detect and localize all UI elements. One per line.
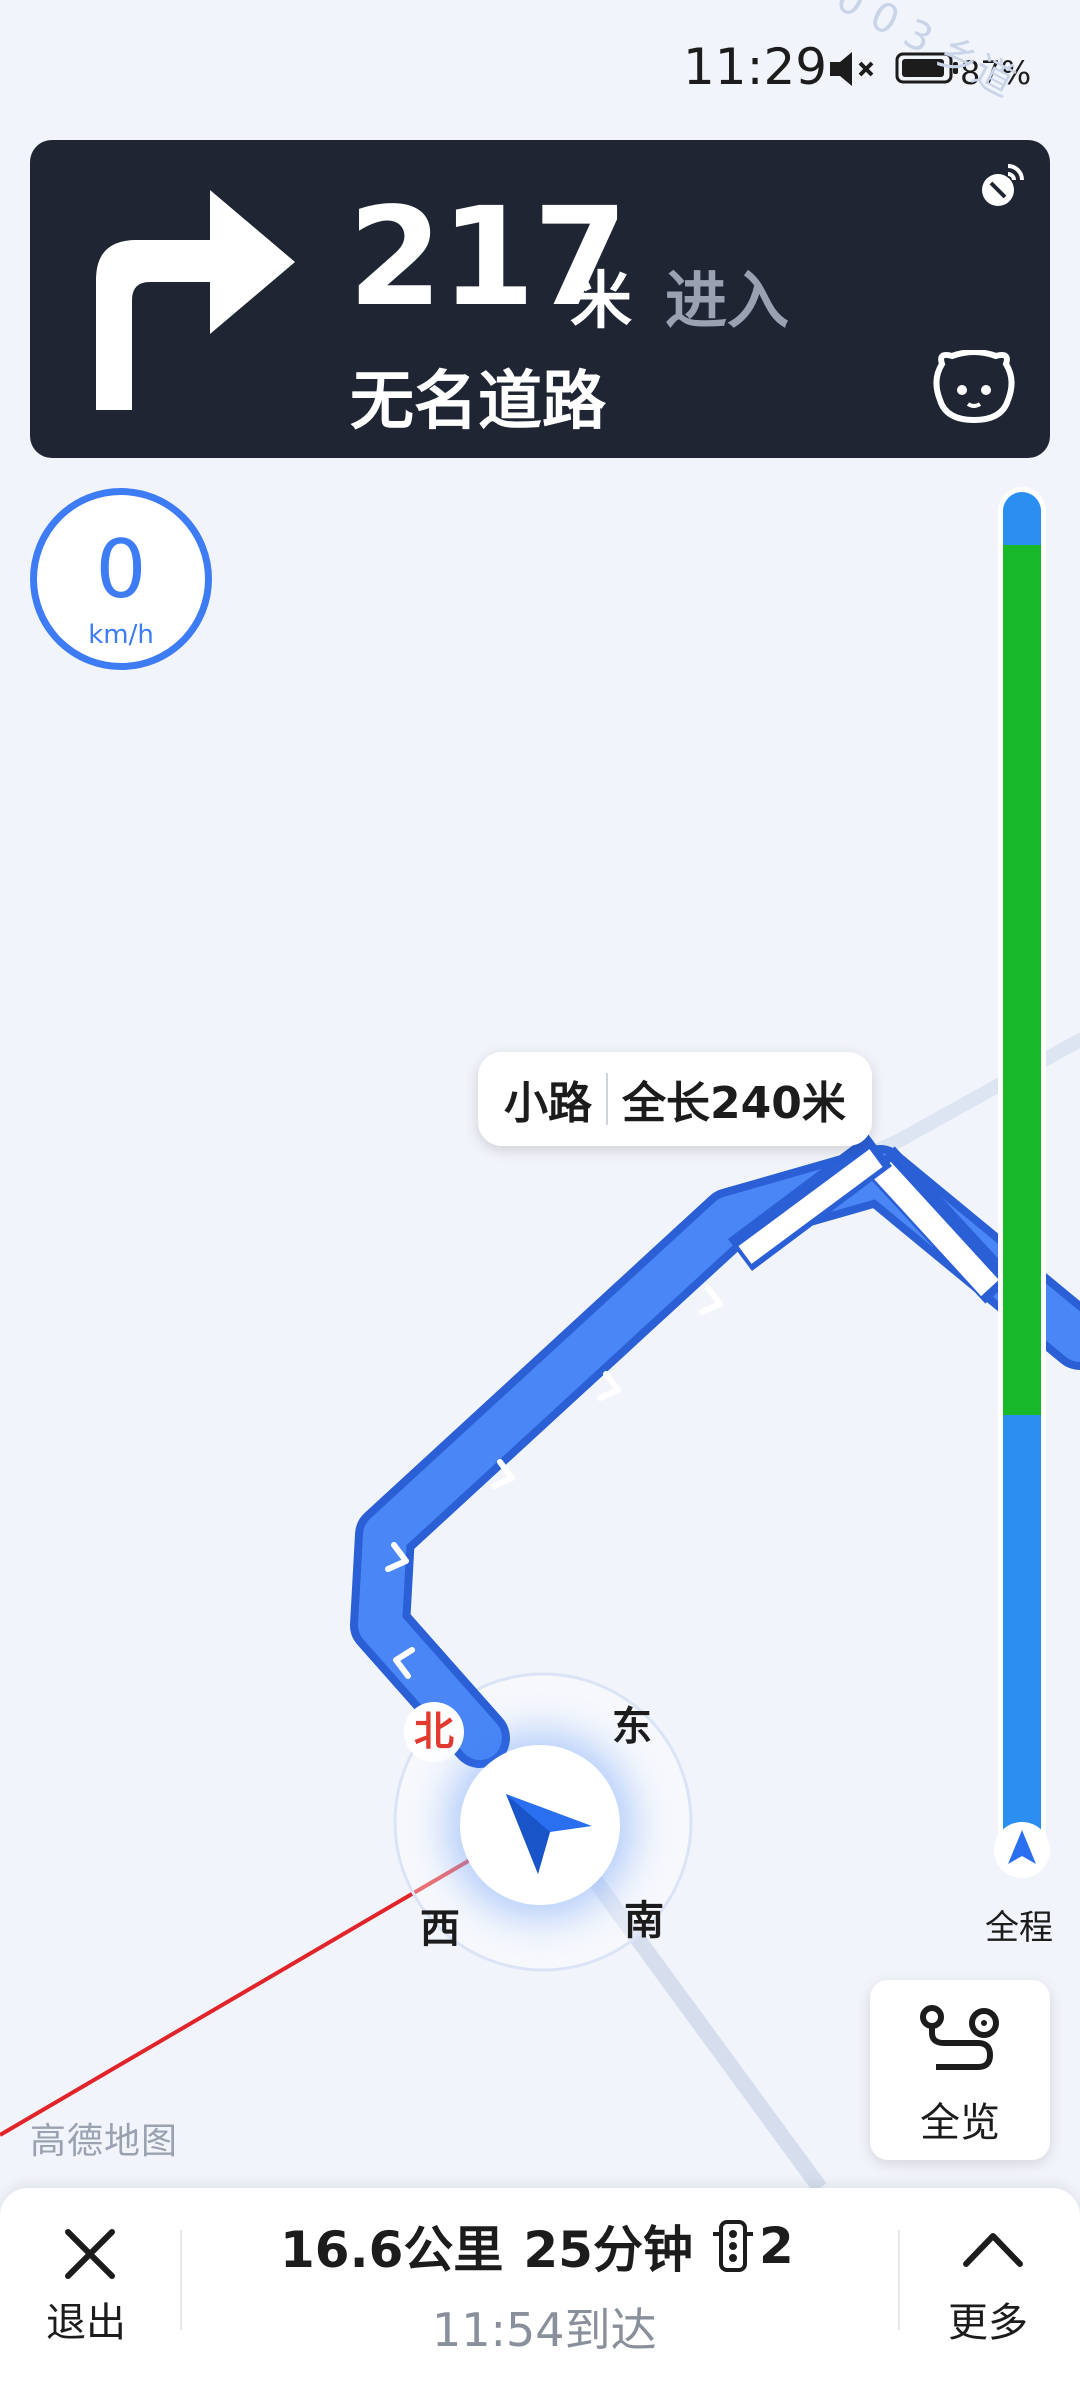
satellite-signal-icon[interactable]	[978, 162, 1026, 210]
tooltip-divider	[606, 1073, 608, 1125]
distance-unit: 米	[570, 264, 633, 337]
speed-unit: km/h	[88, 620, 154, 650]
compass-east: 东	[612, 1704, 652, 1750]
close-icon[interactable]	[60, 2224, 120, 2284]
divider-right	[898, 2230, 900, 2330]
remaining-distance: 16.6公里	[280, 2221, 504, 2279]
turn-right-icon	[96, 190, 295, 410]
traffic-light-count: 2	[758, 2217, 794, 2275]
route-overview-icon	[920, 2005, 999, 2070]
more-button[interactable]: 更多	[948, 2290, 1028, 2348]
traffic-light-icon	[712, 2220, 753, 2272]
speed-value: 0	[95, 523, 147, 616]
remaining-time: 25分钟	[523, 2221, 693, 2279]
compass-south: 南	[624, 1898, 664, 1944]
chevron-up-icon[interactable]	[962, 2228, 1024, 2268]
overview-label: 全览	[920, 2100, 1000, 2146]
road-info-tooltip[interactable]: 小路 全长240米	[478, 1052, 872, 1146]
compass-north: 北	[404, 1702, 464, 1762]
road-length-label: 全长240米	[622, 1078, 846, 1129]
amap-logo: 高德地图	[30, 2121, 179, 2162]
mute-icon	[830, 52, 874, 86]
progress-car-icon	[994, 1822, 1050, 1878]
action-text: 进入	[665, 264, 790, 337]
compass-west: 西	[420, 1906, 460, 1952]
progress-traffic-smooth	[1003, 545, 1041, 1415]
divider-left	[180, 2230, 182, 2330]
next-road-name: 无名道路	[350, 365, 606, 439]
arrival-time: 11:54到达	[432, 2303, 657, 2357]
trip-summary[interactable]: 16.6公里 25分钟 2	[280, 2210, 814, 2282]
exit-button[interactable]: 退出	[46, 2290, 126, 2348]
mascot-icon[interactable]	[932, 350, 1016, 424]
road-type-label: 小路	[504, 1078, 592, 1129]
navigation-arrow-icon	[506, 1794, 592, 1874]
status-time: 11:29	[683, 38, 828, 96]
progress-label: 全程	[985, 1908, 1053, 1948]
